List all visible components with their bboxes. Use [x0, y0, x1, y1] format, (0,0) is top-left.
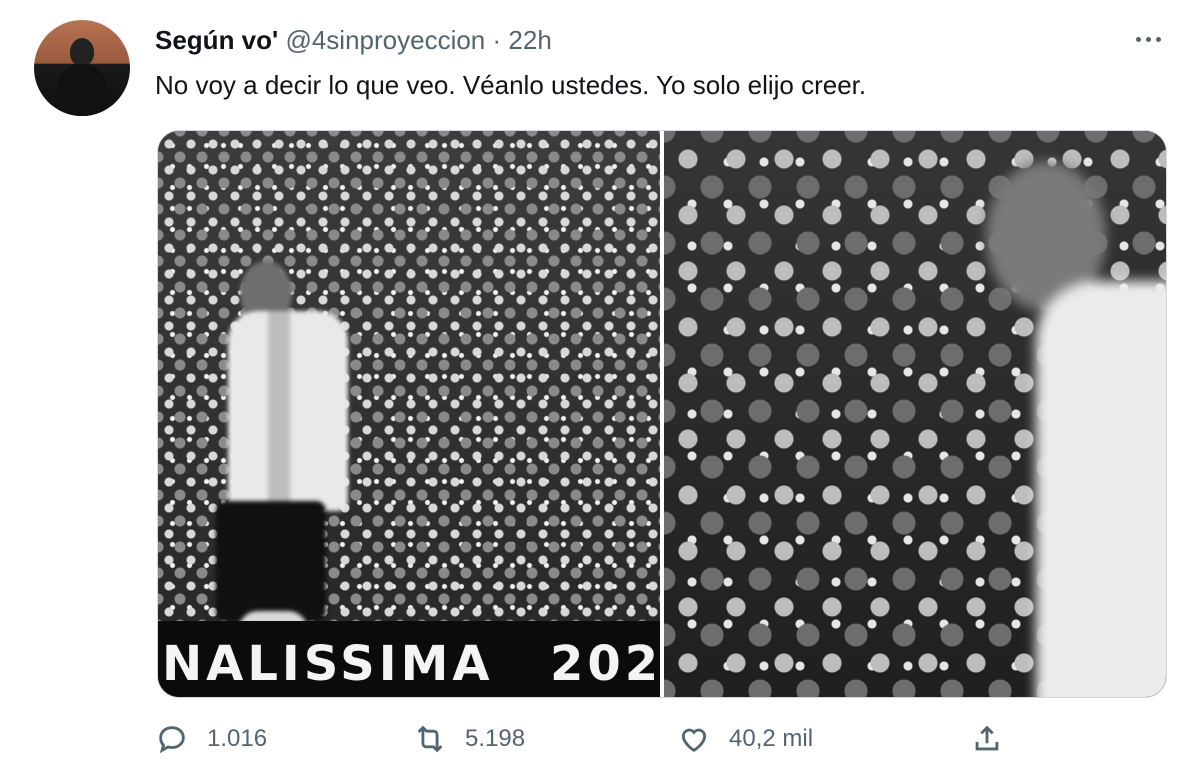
ellipsis-icon: [1155, 36, 1161, 42]
reply-icon: [159, 726, 185, 754]
stadium-banner: NALISSIMA 202: [158, 621, 660, 697]
media-photo-left[interactable]: NALISSIMA 202: [158, 131, 660, 697]
display-name[interactable]: Según vo': [155, 25, 278, 55]
user-handle[interactable]: @4sinproyeccion: [285, 25, 485, 55]
media-photo-right[interactable]: [664, 131, 1166, 697]
reply-button[interactable]: 1.016: [155, 722, 267, 756]
tweet-actions: 1.016 5.198 40,2 mil: [155, 722, 1175, 766]
player-figure: [966, 141, 1166, 697]
retweet-icon: [417, 725, 443, 753]
retweet-count: 5.198: [465, 725, 526, 752]
ellipsis-icon: [1145, 36, 1151, 42]
like-button[interactable]: 40,2 mil: [677, 722, 813, 756]
separator: ·: [492, 25, 502, 55]
banner-year: 202: [550, 636, 660, 692]
share-icon: [975, 725, 999, 751]
tweet-time[interactable]: 22h: [508, 25, 551, 55]
ellipsis-icon: [1135, 36, 1141, 42]
tweet-media[interactable]: NALISSIMA 202: [157, 130, 1167, 698]
tweet-text: No voy a decir lo que veo. Véanlo ustede…: [155, 70, 867, 100]
like-count: 40,2 mil: [729, 725, 814, 752]
avatar-body: [58, 64, 106, 116]
share-button[interactable]: [970, 722, 1004, 756]
avatar-head: [70, 38, 94, 66]
more-options-button[interactable]: [1128, 24, 1168, 54]
tweet: Según vo' @4sinproyeccion · 22h No voy a…: [0, 0, 1200, 781]
avatar[interactable]: [34, 20, 130, 116]
banner-text: NALISSIMA: [162, 636, 494, 692]
tweet-header: Según vo' @4sinproyeccion · 22h: [155, 22, 552, 58]
retweet-button[interactable]: 5.198: [413, 722, 525, 756]
reply-count: 1.016: [207, 725, 268, 752]
heart-icon: [681, 728, 707, 752]
